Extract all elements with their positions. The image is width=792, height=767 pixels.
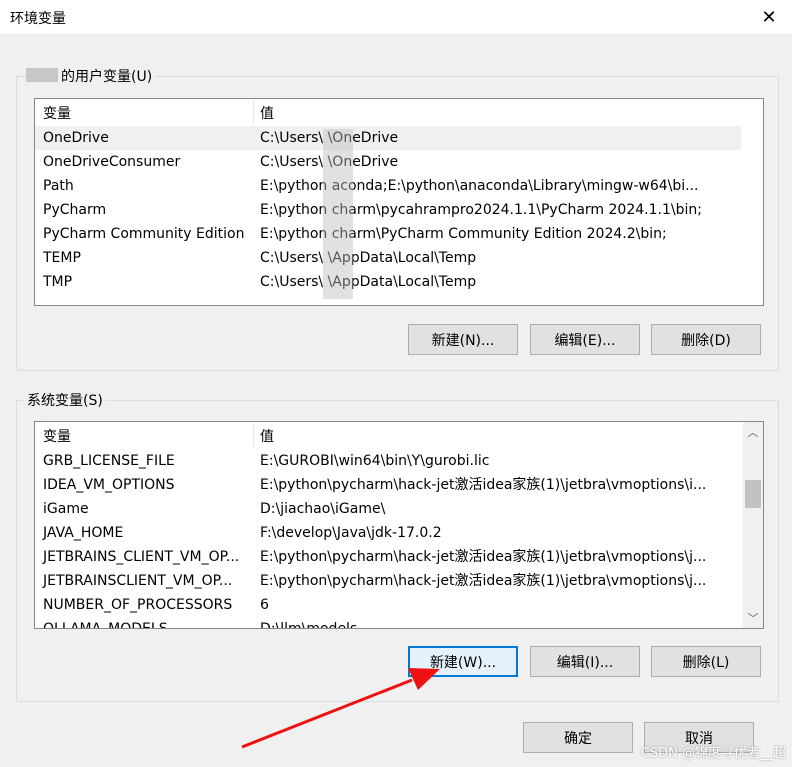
arrow-head bbox=[408, 668, 440, 690]
annotation-arrow-icon bbox=[241, 668, 440, 749]
watermark: CSDN @锦度寻优者__超 bbox=[640, 746, 786, 761]
arrow-shaft bbox=[241, 678, 413, 749]
